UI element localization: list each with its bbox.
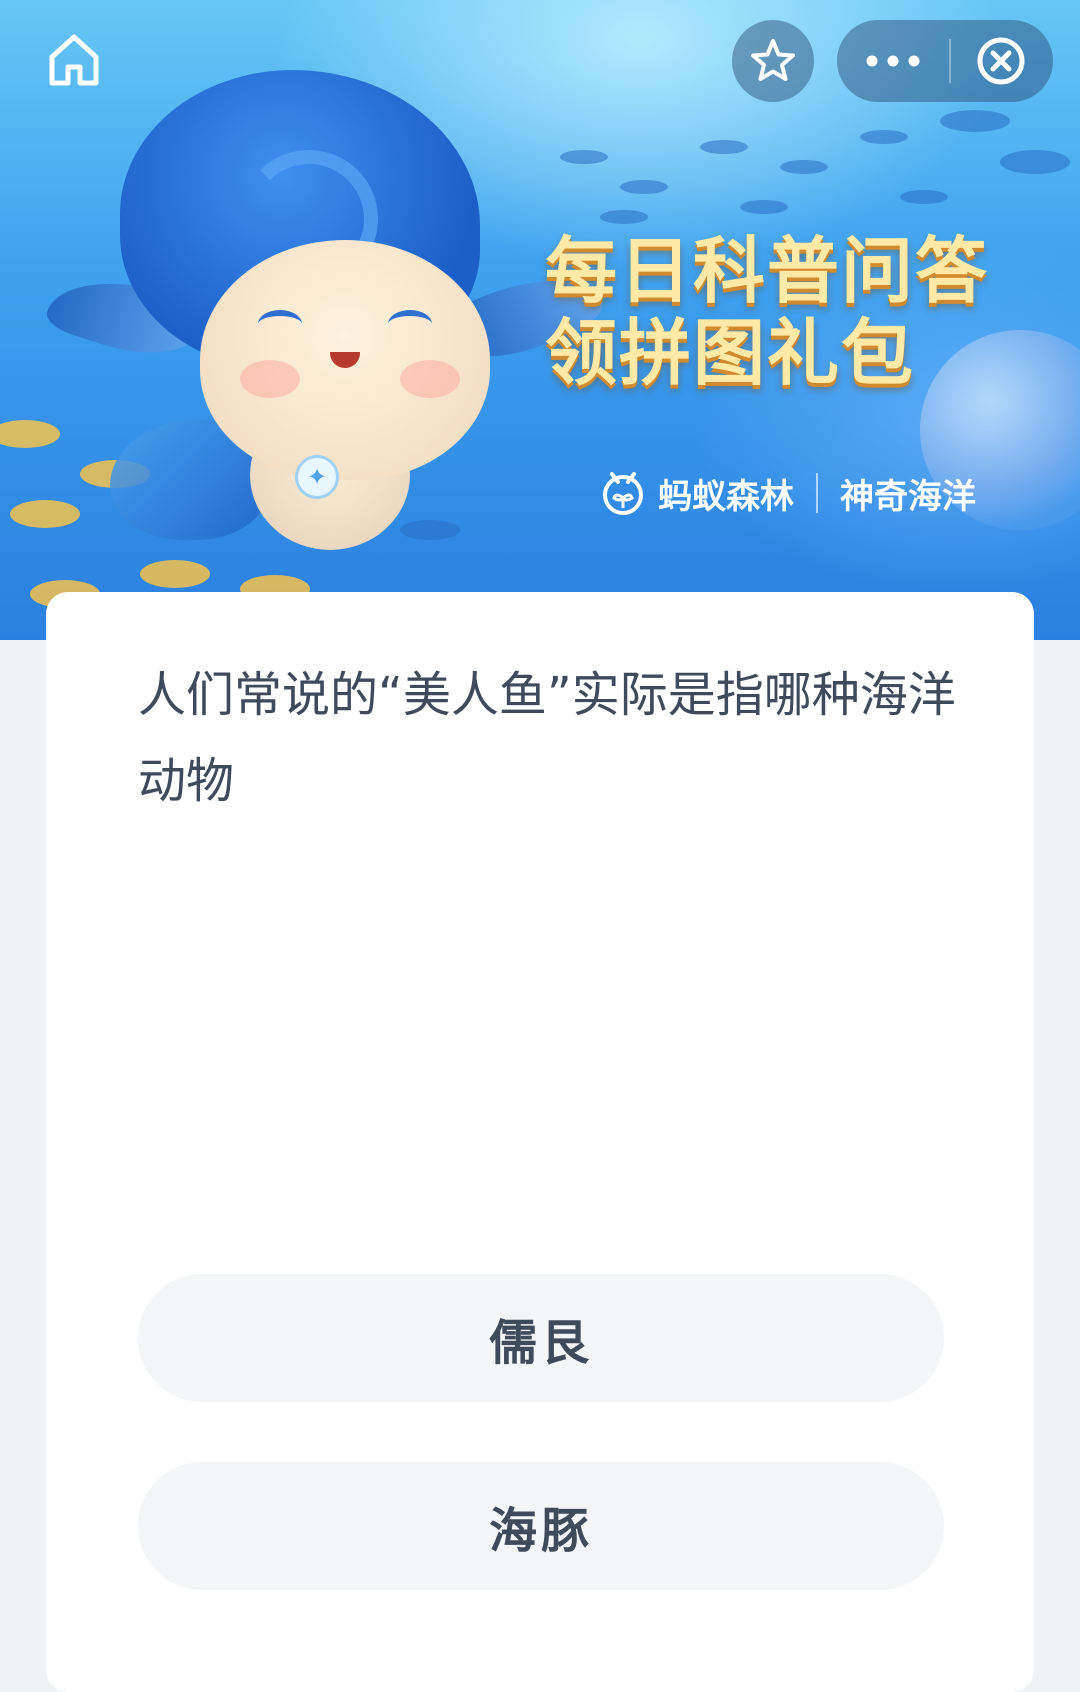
banner-title-line1: 每日科普问答	[545, 229, 990, 313]
home-button[interactable]	[44, 30, 104, 90]
answer-option-2[interactable]: 海豚	[138, 1462, 944, 1590]
close-icon	[977, 37, 1025, 85]
more-icon	[866, 55, 920, 67]
favorite-button[interactable]	[732, 20, 814, 102]
fish-decoration	[10, 500, 80, 528]
banner-title: 每日科普问答 领拼图礼包	[545, 230, 989, 394]
mascot-cheek	[400, 360, 460, 398]
brand-divider	[816, 473, 818, 513]
brand-left-label: 蚂蚁森林	[658, 476, 794, 517]
mascot-mouth	[330, 352, 360, 368]
fish-decoration	[620, 180, 668, 194]
fish-decoration	[900, 190, 948, 204]
banner-title-line2: 领拼图礼包	[545, 311, 916, 395]
fish-decoration	[700, 140, 748, 154]
fish-decoration	[860, 130, 908, 144]
answer-option-1[interactable]: 儒艮	[138, 1274, 944, 1402]
mascot-eye	[258, 310, 302, 338]
quiz-card: 人们常说的“美人鱼”实际是指哪种海洋动物 儒艮 海豚	[46, 592, 1034, 1692]
fish-decoration	[140, 560, 210, 588]
menu-capsule	[837, 20, 1053, 102]
fish-decoration	[780, 160, 828, 174]
home-icon	[49, 34, 99, 86]
star-icon	[751, 39, 795, 81]
fish-decoration	[940, 110, 1010, 132]
banner: ✦ 每日科普问答 领拼图礼包 蚂蚁森林 神奇海洋	[0, 0, 1080, 640]
mascot-cheek	[240, 360, 300, 398]
quiz-question: 人们常说的“美人鱼”实际是指哪种海洋动物	[138, 667, 956, 809]
sparkle-icon: ✦	[295, 455, 339, 499]
fish-decoration	[560, 150, 608, 164]
ant-forest-logo-icon	[603, 472, 643, 515]
close-button[interactable]	[951, 20, 1051, 102]
fish-decoration	[1000, 150, 1070, 174]
more-button[interactable]	[837, 20, 949, 102]
answer-option-label: 儒艮	[488, 1315, 593, 1371]
brand-row: 蚂蚁森林 神奇海洋	[598, 468, 976, 518]
mascot-eye	[388, 310, 432, 338]
brand-right-label: 神奇海洋	[840, 476, 976, 517]
fish-decoration	[740, 200, 788, 214]
fish-decoration	[400, 520, 460, 540]
mascot-face	[200, 240, 490, 480]
answer-option-label: 海豚	[488, 1503, 593, 1559]
fish-decoration	[0, 420, 60, 448]
fish-decoration	[600, 210, 648, 224]
